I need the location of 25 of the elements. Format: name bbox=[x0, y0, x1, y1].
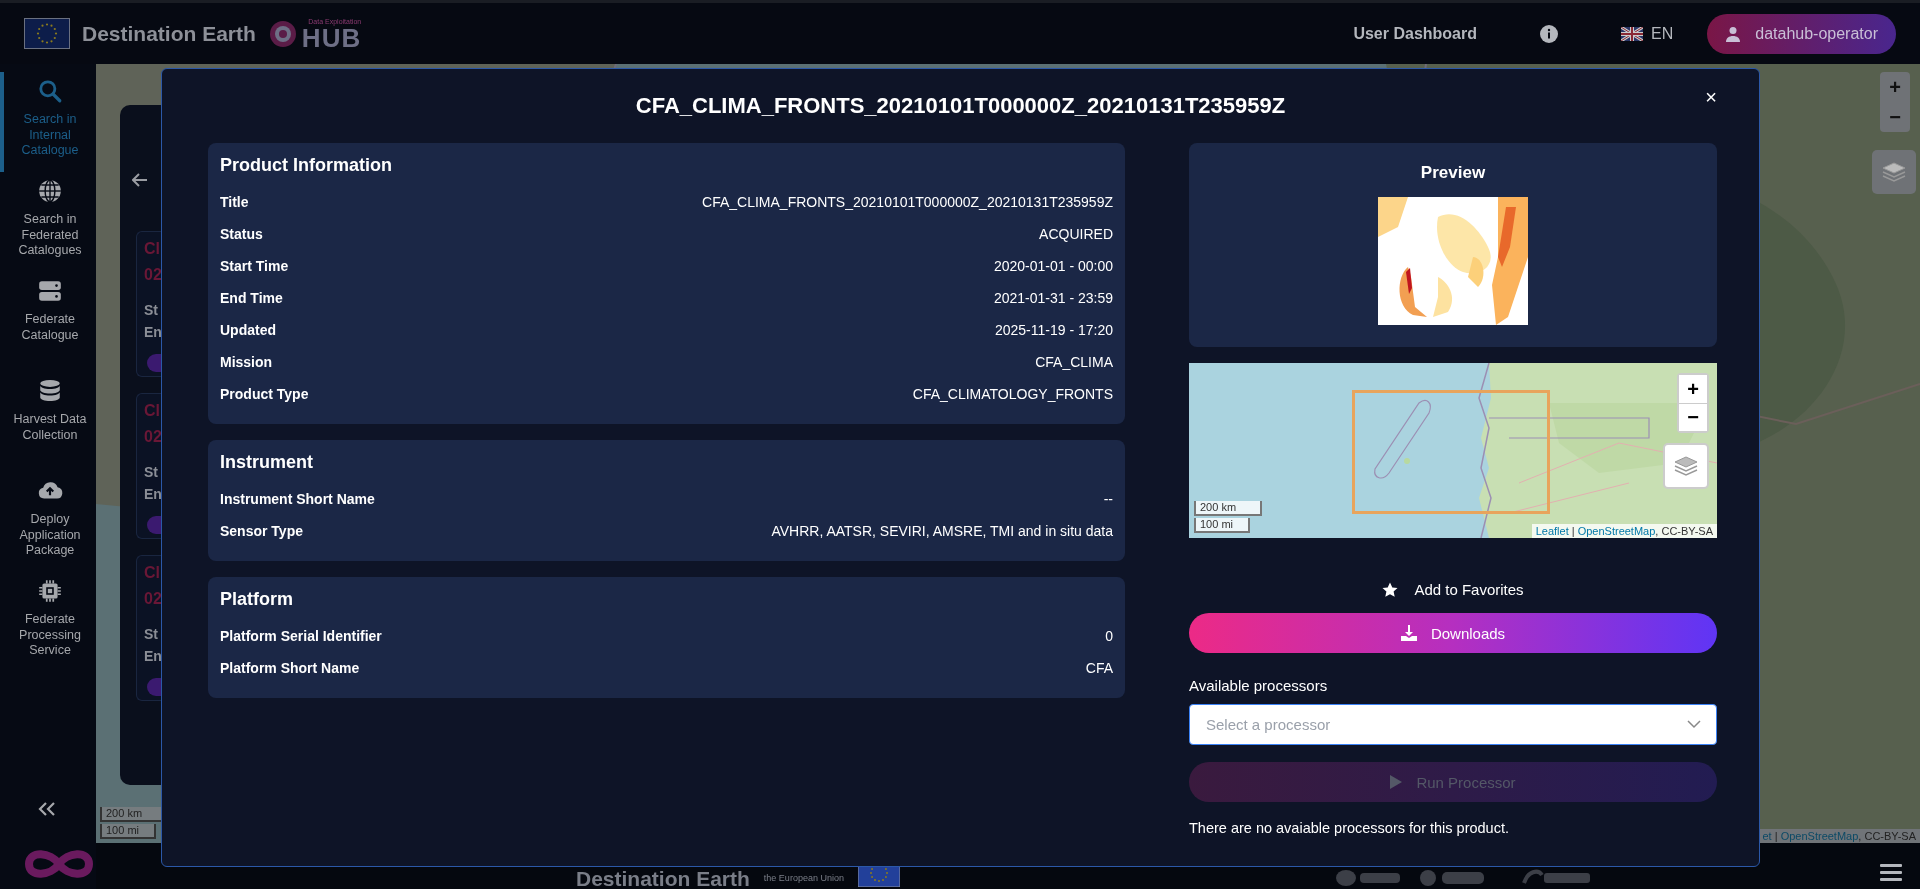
globe-icon bbox=[37, 178, 63, 204]
server-icon bbox=[37, 278, 63, 304]
sidebar-item[interactable]: Harvest Data Collection bbox=[0, 372, 96, 472]
hub-logo-text: HUB bbox=[301, 25, 362, 50]
chip-icon bbox=[37, 578, 63, 604]
collapse-icon[interactable] bbox=[38, 801, 56, 817]
dashboard-link[interactable]: User Dashboard bbox=[1353, 24, 1477, 43]
sidebar-item[interactable]: Deploy Application Package bbox=[0, 472, 96, 572]
hub-emblem-icon bbox=[267, 18, 298, 49]
sidebar-item[interactable]: Federate Catalogue bbox=[0, 272, 96, 372]
footer-caption: the European Union bbox=[763, 873, 844, 883]
brand-name: Destination Earth bbox=[82, 21, 256, 46]
database-icon bbox=[37, 378, 63, 404]
user-menu-button[interactable]: datahub-operator bbox=[1707, 13, 1896, 54]
menu-icon[interactable] bbox=[1880, 863, 1902, 881]
language-code: EN bbox=[1651, 24, 1674, 43]
language-selector[interactable]: EN bbox=[1621, 24, 1674, 43]
uk-flag-icon bbox=[1621, 26, 1643, 41]
info-icon[interactable] bbox=[1539, 23, 1559, 44]
user-icon bbox=[1725, 25, 1742, 42]
footer-brand: Destination Earth bbox=[576, 868, 750, 889]
eu-flag-logo bbox=[24, 18, 70, 49]
sidebar-item[interactable]: Federate Processing Service bbox=[0, 572, 96, 672]
search-icon bbox=[37, 78, 63, 104]
sidebar-item[interactable]: Search in Federated Catalogues bbox=[0, 172, 96, 272]
